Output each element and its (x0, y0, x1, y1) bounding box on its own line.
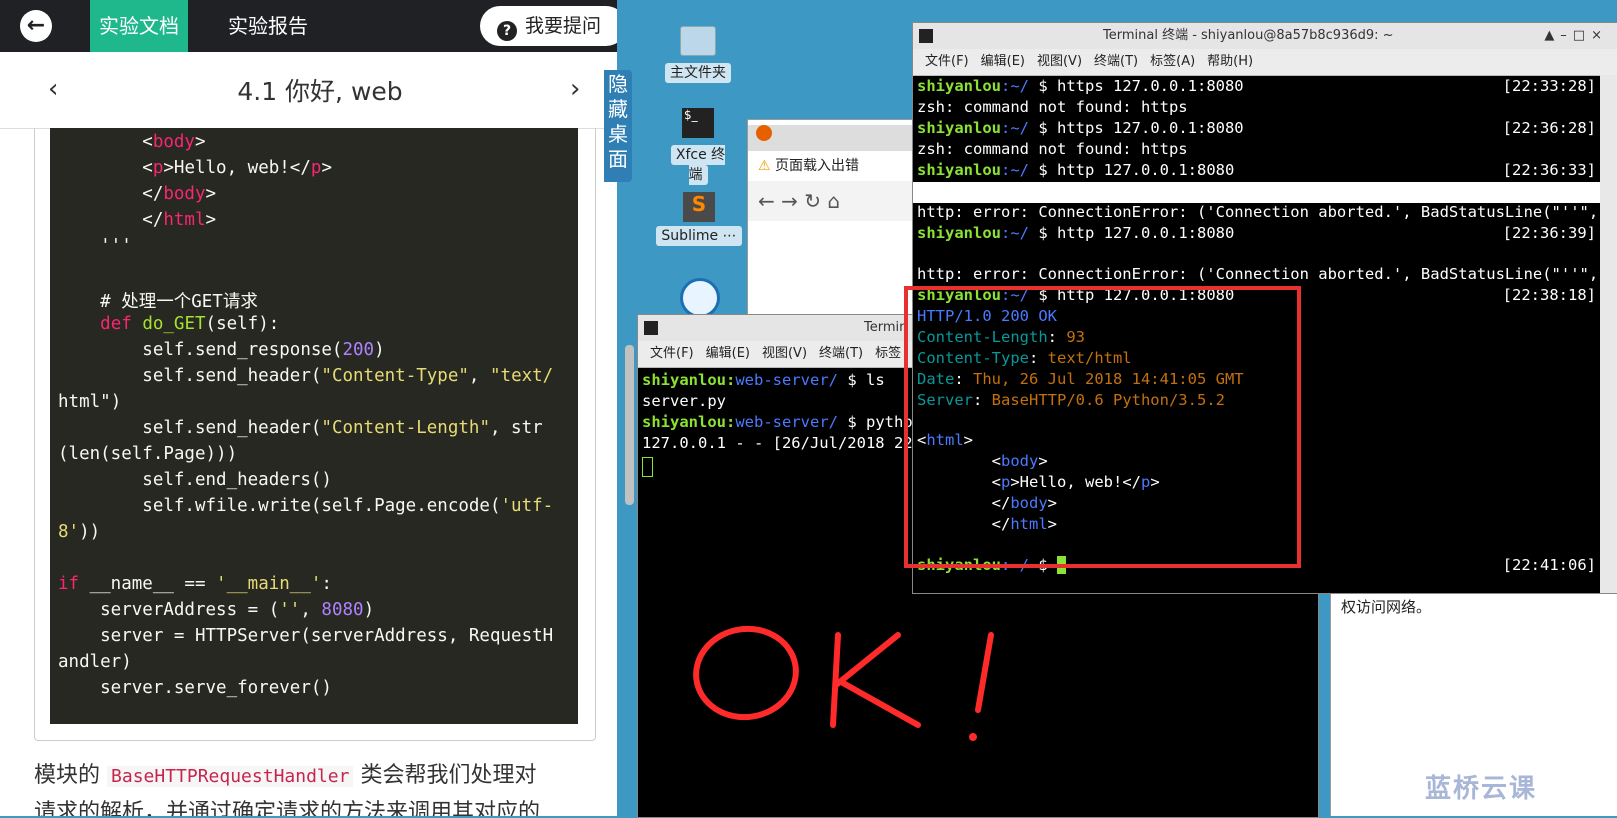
terminal2-line: zsh: command not found: https (917, 98, 1188, 116)
menu-help[interactable]: 帮助(H) (1207, 54, 1253, 69)
desktop-home-folder[interactable]: 主文件夹 (662, 26, 734, 83)
browser-globe-icon[interactable] (680, 278, 720, 318)
sublime-icon: S (683, 192, 715, 222)
forward-icon[interactable]: → (781, 189, 798, 213)
terminal1-line: 127.0.0.1 - - [26/Jul/2018 22:4 (642, 434, 932, 452)
menu-tabs[interactable]: 标签 (875, 346, 901, 361)
terminal1-line: shiyanlou:web-server/ $ ls (642, 371, 885, 389)
terminal1-line: shiyanlou:web-server/ $ python3 (642, 413, 932, 431)
firefox-icon (756, 125, 772, 141)
page-title: 4.1 你好, web (237, 77, 403, 106)
handwritten-ok (693, 625, 994, 741)
timestamp: [22:36:39] (1502, 224, 1596, 242)
terminal2-line: http: error: ConnectionError: ('Connecti… (917, 265, 1617, 283)
next-chapter-button[interactable]: › (570, 74, 580, 104)
timestamp: [22:36:33] (1502, 161, 1596, 179)
ask-question-button[interactable]: ? 我要提问 (480, 6, 617, 46)
desktop-sublime[interactable]: S Sublime ⋯ (656, 192, 742, 246)
terminal2-line: http: error: ConnectionError: ('Connecti… (917, 203, 1617, 221)
terminal2-line: shiyanlou:~/ $ https 127.0.0.1:8080 (917, 119, 1244, 137)
menu-edit[interactable]: 编辑(E) (981, 54, 1025, 69)
tab-lab-report[interactable]: 实验报告 (228, 0, 308, 52)
folder-icon (680, 26, 716, 56)
desktop-xfce-terminal[interactable]: $_ Xfce 终端 (662, 108, 734, 185)
chapter-title-bar: ‹ 4.1 你好, web › (0, 52, 617, 129)
doc-scrollbar[interactable] (625, 345, 634, 505)
browser-window: ⚠ 页面载入出错 ← → ↻ ⌂ (747, 119, 929, 321)
terminal-icon (644, 321, 658, 335)
menu-view[interactable]: 视图(V) (1037, 54, 1082, 69)
menu-file[interactable]: 文件(F) (925, 54, 969, 69)
timestamp: [22:36:28] (1502, 119, 1596, 137)
watermark: 蓝桥云课 (1425, 774, 1538, 804)
terminal-icon (919, 29, 933, 43)
terminal2-line: shiyanlou:~/ $ http 127.0.0.1:8080 (917, 161, 1235, 179)
lab-doc-panel: ← 实验文档 实验报告 ? 我要提问 ‹ 4.1 你好, web › <body>… (0, 0, 617, 816)
reload-icon[interactable]: ↻ (804, 189, 821, 213)
doc-paragraph: 模块的 BaseHTTPRequestHandler 类会帮我们处理对 请求的解… (34, 763, 541, 816)
timestamp: [22:41:06] (1502, 556, 1596, 574)
terminal1-cursor (642, 457, 653, 477)
browser-titlebar (748, 125, 928, 151)
menu-file[interactable]: 文件(F) (650, 346, 694, 361)
highlight-box (904, 286, 1301, 568)
terminal2-line: zsh: command not found: https (917, 140, 1188, 158)
menu-tabs[interactable]: 标签(A) (1150, 54, 1195, 69)
terminal1-line: server.py (642, 392, 726, 410)
terminal2-selection-bar (913, 182, 1600, 203)
terminal2-line: shiyanlou:~/ $ http 127.0.0.1:8080 (917, 224, 1235, 242)
question-icon: ? (497, 21, 517, 41)
top-bar: ← 实验文档 实验报告 ? 我要提问 (0, 0, 617, 70)
browser-tab[interactable]: ⚠ 页面载入出错 (748, 151, 928, 181)
home-icon[interactable]: ⌂ (827, 189, 840, 213)
timestamp: [22:38:18] (1502, 286, 1596, 304)
terminal2-line: shiyanlou:~/ $ https 127.0.0.1:8080 (917, 77, 1244, 95)
warning-icon: ⚠ (758, 158, 771, 174)
timestamp: [22:33:28] (1502, 77, 1596, 95)
hide-desktop-button[interactable]: 隐 藏 桌 面 (604, 70, 632, 182)
code-block: <body> <p>Hello, web!</p> </body> </html… (50, 128, 578, 724)
menu-terminal[interactable]: 终端(T) (1094, 54, 1138, 69)
back-arrow-icon[interactable]: ← (20, 10, 52, 42)
menu-edit[interactable]: 编辑(E) (706, 346, 750, 361)
terminal-icon: $_ (682, 108, 714, 138)
back-icon[interactable]: ← (758, 189, 775, 213)
browser-toolbar: ← → ↻ ⌂ (748, 181, 928, 221)
terminal2-scrollbar[interactable] (1600, 75, 1617, 593)
menu-terminal[interactable]: 终端(T) (819, 346, 863, 361)
window-controls[interactable]: ▲–□× (1544, 23, 1608, 49)
terminal2-titlebar: Terminal 终端 - shiyanlou@8a57b8c936d9: ~ … (913, 23, 1617, 49)
terminal2-menubar: 文件(F) 编辑(E) 视图(V) 终端(T) 标签(A) 帮助(H) (913, 49, 1617, 76)
menu-view[interactable]: 视图(V) (762, 346, 807, 361)
